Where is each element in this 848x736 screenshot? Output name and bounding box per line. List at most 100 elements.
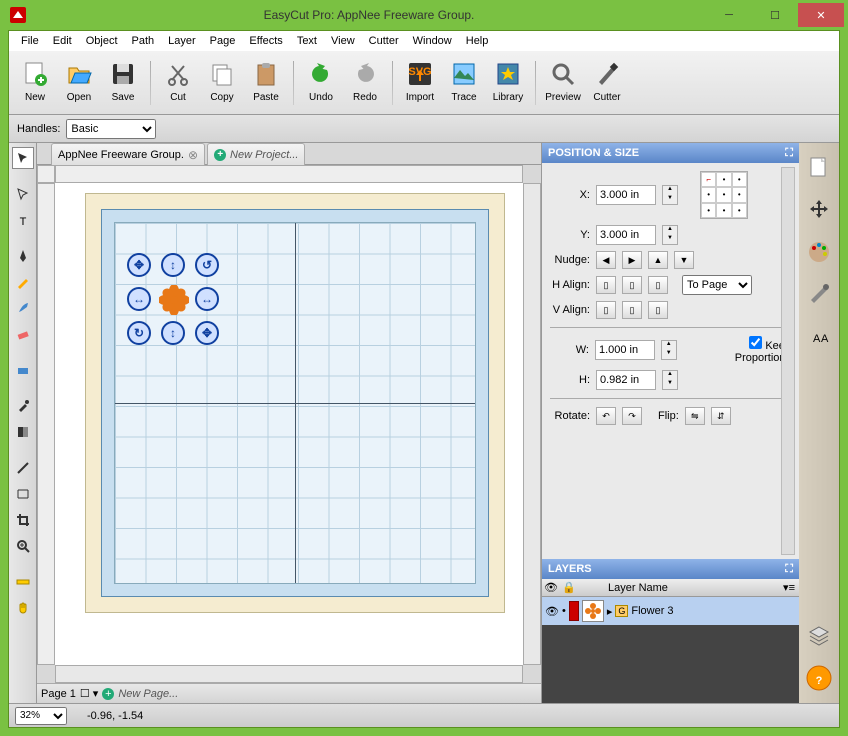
preview-button[interactable]: Preview	[543, 55, 583, 111]
text-panel-icon[interactable]: AA	[804, 321, 834, 351]
menu-window[interactable]: Window	[407, 33, 458, 49]
text-tool[interactable]: T	[12, 209, 34, 231]
h-spinner[interactable]: ▲▼	[662, 370, 678, 390]
brush-tool[interactable]	[12, 297, 34, 319]
flip-v[interactable]: ⇵	[711, 407, 731, 425]
measure-tool[interactable]	[12, 571, 34, 593]
close-button[interactable]: ✕	[798, 3, 844, 27]
move-panel-icon[interactable]	[804, 195, 834, 225]
zoom-tool[interactable]	[12, 535, 34, 557]
minimize-button[interactable]: ─	[706, 3, 752, 27]
redo-button[interactable]: Redo	[345, 55, 385, 111]
handle-br[interactable]: ✥	[195, 321, 219, 345]
menu-text[interactable]: Text	[291, 33, 323, 49]
nudge-left[interactable]: ◀	[596, 251, 616, 269]
nudge-up[interactable]: ▲	[648, 251, 668, 269]
position-size-header[interactable]: POSITION & SIZE⛶	[542, 143, 799, 163]
hand-tool[interactable]	[12, 597, 34, 619]
handle-tc[interactable]: ↕	[161, 253, 185, 277]
vertical-scrollbar[interactable]	[523, 183, 541, 665]
open-button[interactable]: Open	[59, 55, 99, 111]
rotate-ccw[interactable]: ↶	[596, 407, 616, 425]
gradient-tool[interactable]	[12, 421, 34, 443]
menu-page[interactable]: Page	[204, 33, 242, 49]
knife-tool[interactable]	[12, 457, 34, 479]
halign-left[interactable]: ▯	[596, 276, 616, 294]
distort-tool[interactable]	[12, 483, 34, 505]
collapse-icon[interactable]: ⛶	[785, 147, 793, 160]
layer-row[interactable]: 👁 • ▸ G Flower 3	[542, 597, 799, 625]
w-spinner[interactable]: ▲▼	[661, 340, 677, 360]
close-tab-icon[interactable]: ⊗	[188, 148, 198, 162]
w-input[interactable]	[595, 340, 655, 360]
handle-tl[interactable]: ✥	[127, 253, 151, 277]
vertical-ruler[interactable]	[37, 183, 55, 665]
anchor-grid[interactable]: ⌐••••••••	[700, 171, 748, 219]
handle-ml[interactable]: ↔	[127, 287, 151, 311]
layers-panel-icon[interactable]	[804, 621, 834, 651]
y-input[interactable]	[596, 225, 656, 245]
crop-tool[interactable]	[12, 509, 34, 531]
halign-right[interactable]: ▯	[648, 276, 668, 294]
menu-layer[interactable]: Layer	[162, 33, 202, 49]
expand-icon[interactable]: ▸	[607, 605, 613, 618]
eyedropper-tool[interactable]	[12, 395, 34, 417]
nudge-right[interactable]: ▶	[622, 251, 642, 269]
layer-color-swatch[interactable]	[569, 601, 579, 621]
menu-help[interactable]: Help	[460, 33, 495, 49]
flip-h[interactable]: ⇋	[685, 407, 705, 425]
valign-middle[interactable]: ▯	[622, 301, 642, 319]
panel-scrollbar[interactable]	[781, 167, 795, 555]
cut-button[interactable]: Cut	[158, 55, 198, 111]
keep-proportions-checkbox[interactable]	[749, 336, 762, 349]
layers-header[interactable]: LAYERS⛶	[542, 559, 799, 579]
new-page-label[interactable]: New Page...	[118, 688, 178, 700]
valign-top[interactable]: ▯	[596, 301, 616, 319]
undo-button[interactable]: Undo	[301, 55, 341, 111]
page-tab[interactable]: Page 1	[41, 688, 76, 700]
eraser-tool[interactable]	[12, 323, 34, 345]
tab-new[interactable]: +New Project...	[207, 143, 305, 165]
handle-mr[interactable]: ↔	[195, 287, 219, 311]
menu-path[interactable]: Path	[126, 33, 161, 49]
x-spinner[interactable]: ▲▼	[662, 185, 678, 205]
menu-object[interactable]: Object	[80, 33, 124, 49]
align-relative-select[interactable]: To Page	[682, 275, 752, 295]
menu-edit[interactable]: Edit	[47, 33, 78, 49]
horizontal-ruler[interactable]	[55, 165, 523, 183]
import-button[interactable]: SVGImport	[400, 55, 440, 111]
document-panel-icon[interactable]	[804, 153, 834, 183]
trace-button[interactable]: Trace	[444, 55, 484, 111]
layer-name[interactable]: Flower 3	[631, 605, 673, 617]
select-tool[interactable]	[12, 147, 34, 169]
halign-center[interactable]: ▯	[622, 276, 642, 294]
settings-panel-icon[interactable]	[804, 279, 834, 309]
handle-bl[interactable]: ↻	[127, 321, 151, 345]
lock-dot[interactable]: •	[562, 605, 566, 617]
x-input[interactable]	[596, 185, 656, 205]
new-button[interactable]: New	[15, 55, 55, 111]
y-spinner[interactable]: ▲▼	[662, 225, 678, 245]
h-input[interactable]	[596, 370, 656, 390]
valign-bottom[interactable]: ▯	[648, 301, 668, 319]
pen-tool[interactable]	[12, 245, 34, 267]
menu-cutter[interactable]: Cutter	[363, 33, 405, 49]
pencil-tool[interactable]	[12, 271, 34, 293]
rotate-cw[interactable]: ↷	[622, 407, 642, 425]
vis-icon[interactable]: 👁	[545, 605, 559, 618]
color-panel-icon[interactable]	[804, 237, 834, 267]
cutter-button[interactable]: Cutter	[587, 55, 627, 111]
horizontal-scrollbar[interactable]	[55, 665, 523, 683]
layers-menu-icon[interactable]: ▾≡	[783, 581, 799, 594]
save-button[interactable]: Save	[103, 55, 143, 111]
menu-view[interactable]: View	[325, 33, 361, 49]
shape-tool[interactable]	[12, 359, 34, 381]
paste-button[interactable]: Paste	[246, 55, 286, 111]
page-menu-icon[interactable]: ☐ ▾	[80, 687, 98, 700]
nudge-down[interactable]: ▼	[674, 251, 694, 269]
library-button[interactable]: Library	[488, 55, 528, 111]
tab-0[interactable]: AppNee Freeware Group.⊗	[51, 143, 205, 165]
menu-file[interactable]: File	[15, 33, 45, 49]
handle-tr[interactable]: ↺	[195, 253, 219, 277]
maximize-button[interactable]: ☐	[752, 3, 798, 27]
